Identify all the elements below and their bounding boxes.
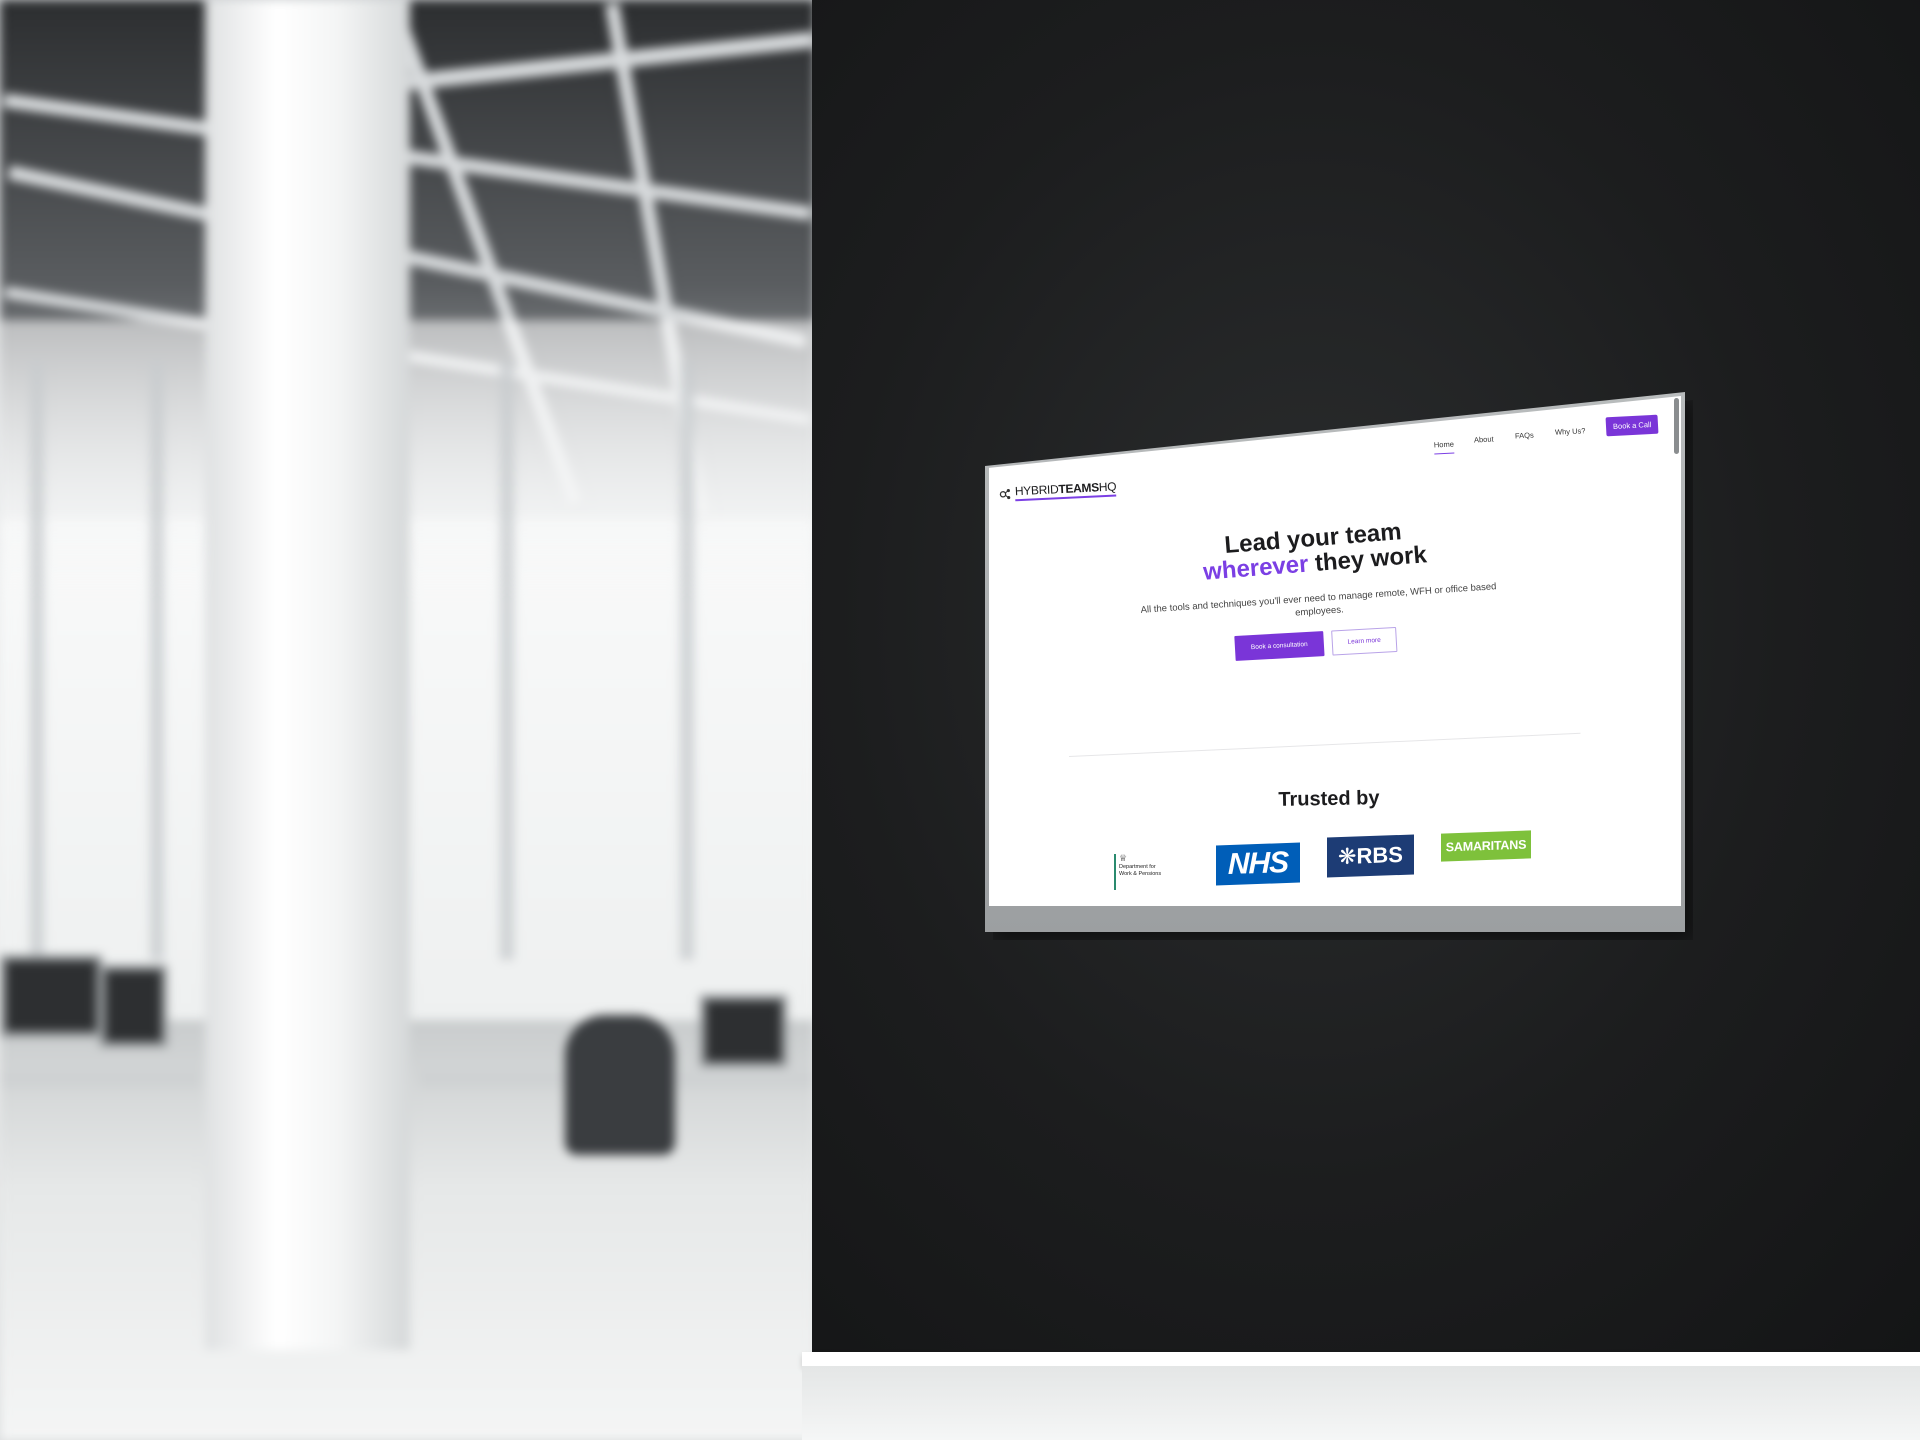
window-mullion [30,360,44,960]
office-monitor [100,965,167,1047]
wall-mounted-tv: HYBRIDTEAMSHQ Home About FAQs Why Us? Bo… [985,392,1685,932]
tv-screen: HYBRIDTEAMSHQ Home About FAQs Why Us? Bo… [989,396,1681,906]
office-chair [565,1015,675,1155]
desk [0,1070,200,1088]
window-mullion [500,360,514,960]
client-logos: ♕ Department for Work & Pensions NHS ❋RB… [989,396,1681,906]
photo-scene: HYBRIDTEAMSHQ Home About FAQs Why Us? Bo… [0,0,1920,1440]
baseboard [802,1352,1920,1366]
window-mullion [150,360,164,960]
office-background [0,0,815,1440]
floor [802,1366,1920,1440]
rbs-logo: ❋RBS [1327,834,1414,878]
crest-icon: ♕ [1119,853,1128,863]
nhs-logo: NHS [1216,842,1300,886]
window-mullion [680,360,694,960]
dwp-logo: ♕ Department for Work & Pensions [1114,854,1169,890]
samaritans-logo: SAMARITANS [1441,830,1531,862]
office-monitor [0,955,102,1037]
office-monitor [700,995,787,1067]
white-pillar [205,0,410,1350]
